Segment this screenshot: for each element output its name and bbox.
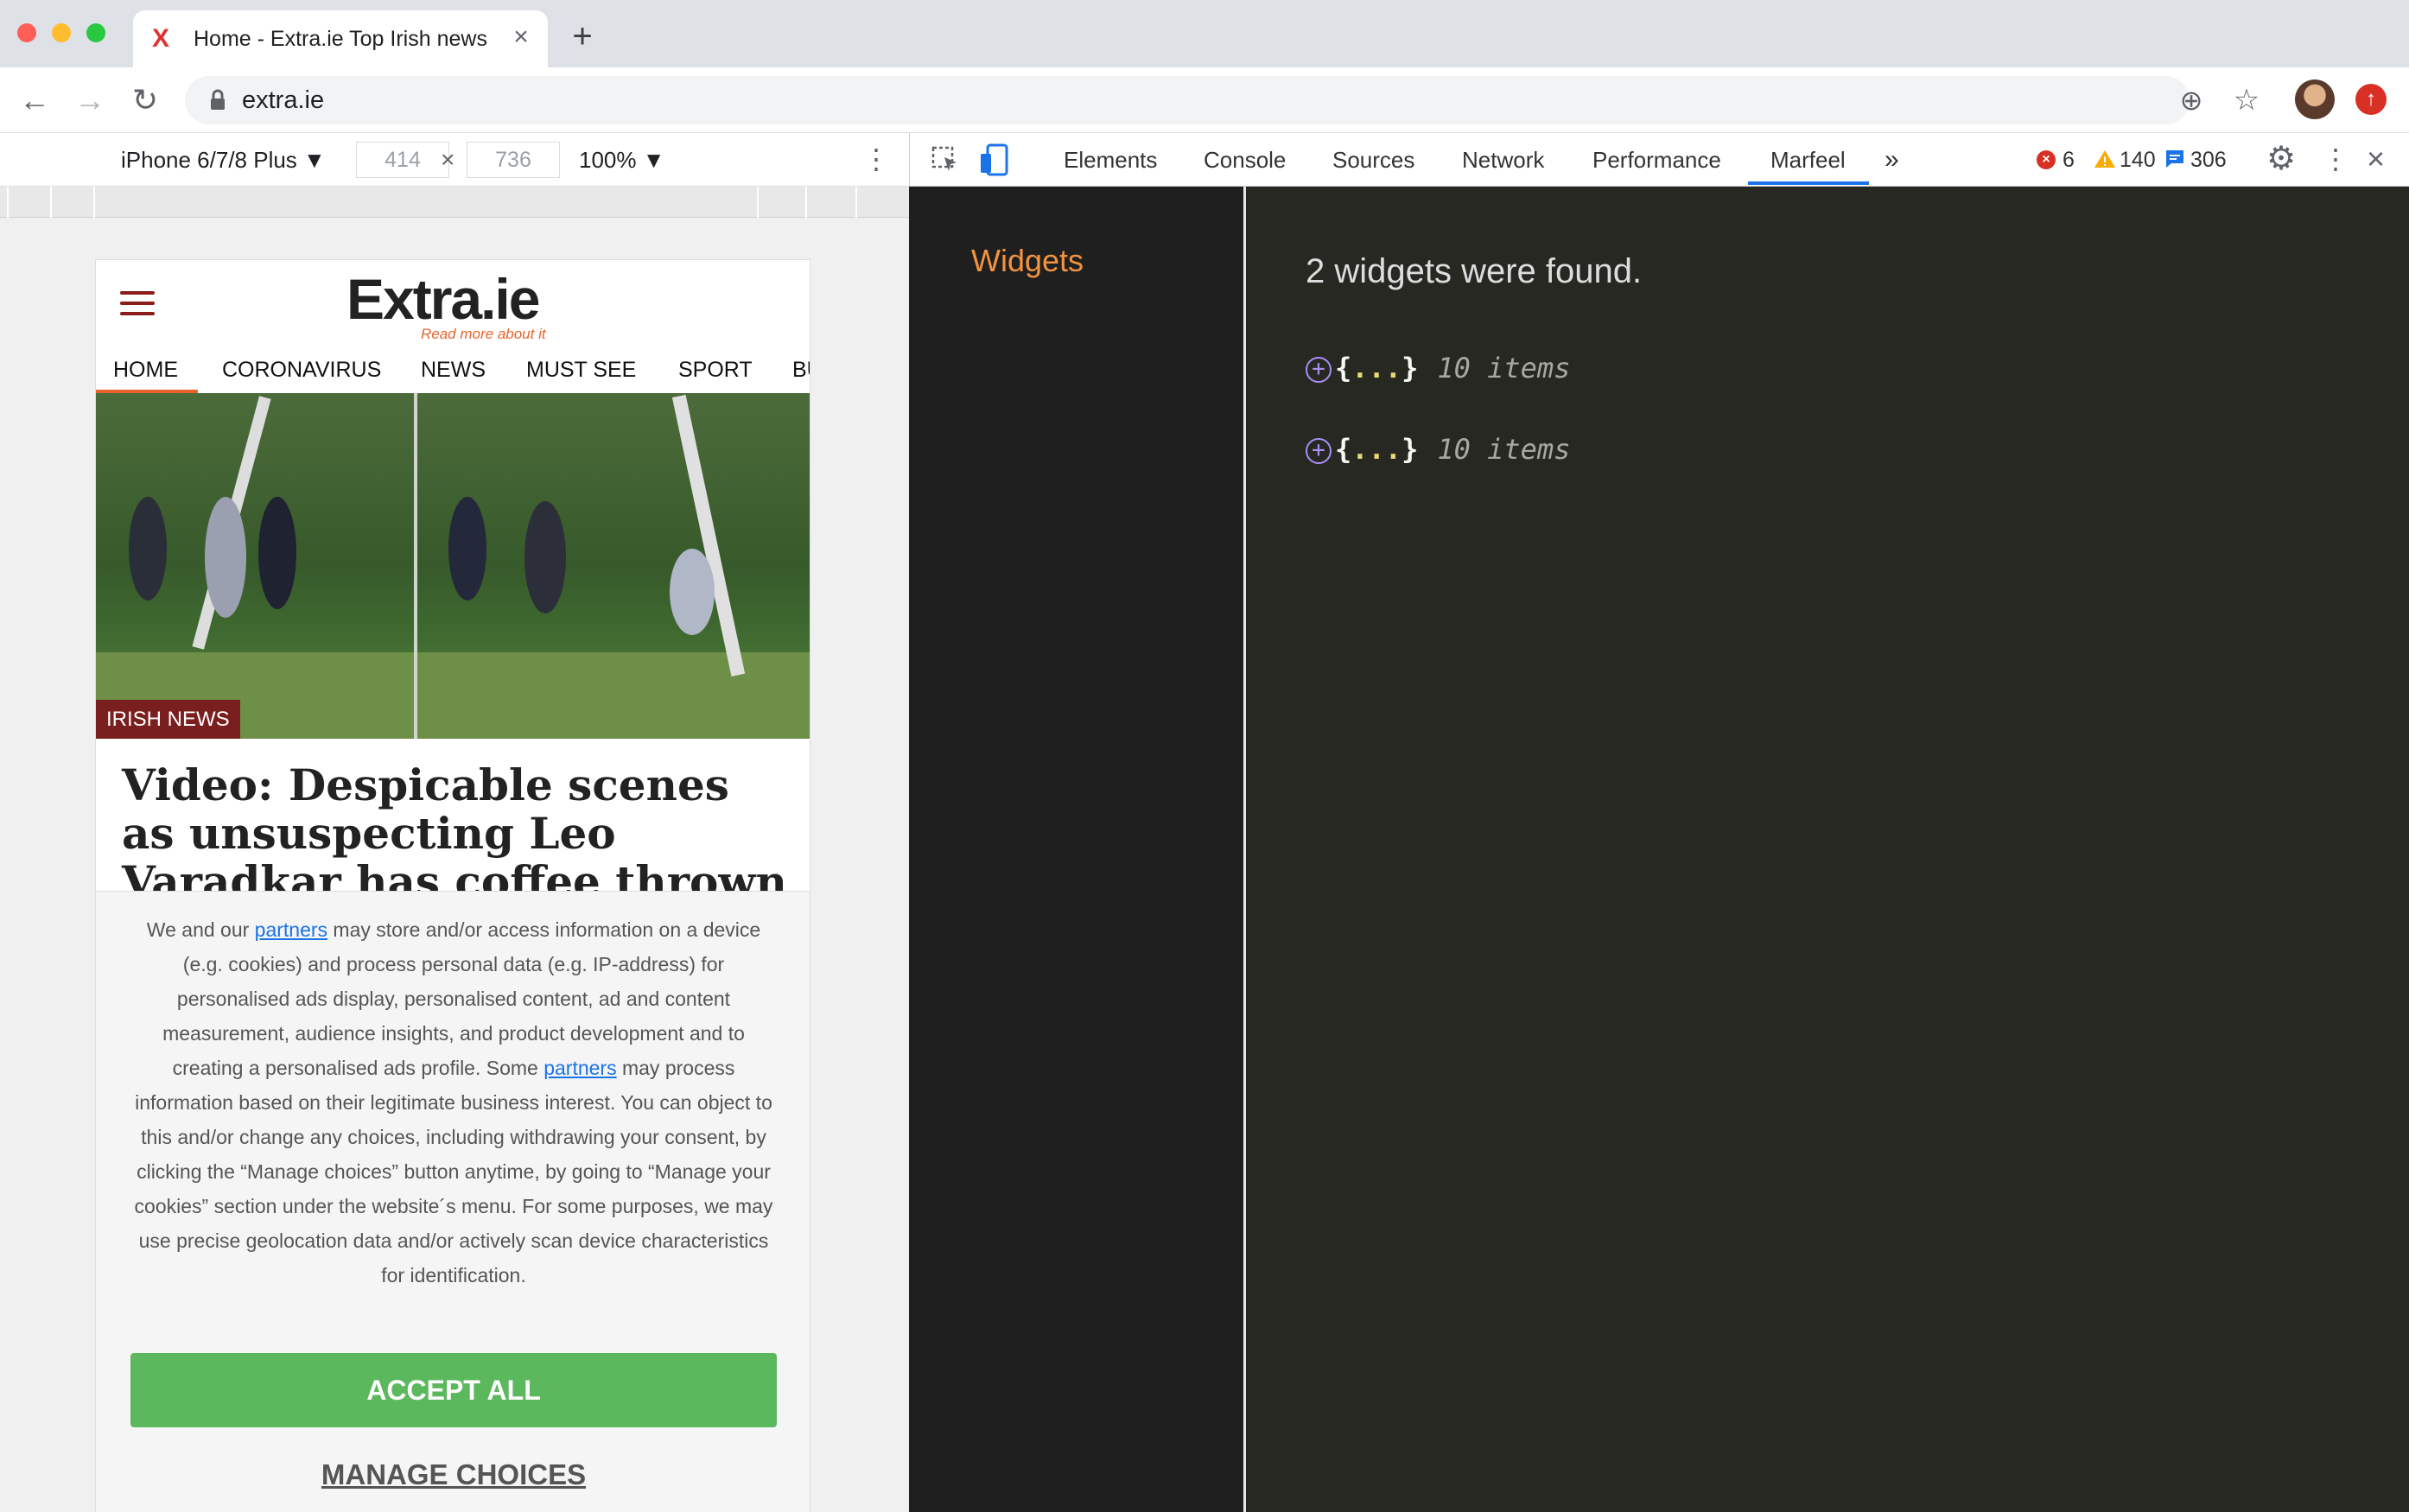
browser-toolbar: ← → ↻ extra.ie ⊕ ☆ ↑ [0, 67, 2409, 133]
more-options-icon[interactable]: ⋮ [862, 143, 890, 175]
ruler-tick [757, 187, 759, 218]
browser-tab[interactable]: X Home - Extra.ie Top Irish news × [133, 10, 548, 67]
close-tab-icon[interactable]: × [506, 22, 536, 52]
message-count[interactable]: 306 [2190, 145, 2227, 175]
expand-plus-icon[interactable]: + [1306, 438, 1332, 464]
new-tab-icon[interactable]: + [565, 19, 600, 54]
partners-link[interactable]: partners [543, 1057, 616, 1079]
ruler-tick [93, 187, 95, 218]
device-select[interactable]: iPhone 6/7/8 Plus ▼ [121, 145, 326, 175]
tab-performance[interactable]: Performance [1592, 145, 1721, 175]
tab-sources[interactable]: Sources [1332, 145, 1414, 175]
close-devtools-icon[interactable]: × [2367, 142, 2385, 176]
dimension-separator: × [441, 146, 455, 173]
marfeel-sidebar: Widgets [909, 187, 1246, 1512]
more-tabs-icon[interactable]: » [1885, 145, 1899, 175]
height-input[interactable]: 736 [467, 142, 560, 178]
warning-icon [2094, 150, 2115, 168]
extra-favicon-icon: X [152, 24, 170, 53]
maximize-window-button[interactable] [86, 23, 105, 42]
nav-item-sport[interactable]: SPORT [678, 355, 753, 384]
ruler-tick [50, 187, 52, 218]
back-arrow-icon[interactable]: ← [14, 79, 55, 121]
logo-tagline: Read more about it [421, 326, 546, 342]
inspect-element-icon[interactable] [931, 145, 960, 175]
device-toolbar-icon[interactable] [979, 143, 1010, 176]
hero-photo [96, 394, 810, 739]
address-bar[interactable]: extra.ie [185, 76, 2190, 124]
reload-icon[interactable]: ↻ [124, 79, 166, 121]
logo-text: Extra.ie [346, 267, 540, 331]
mobile-page: Extra.ie Read more about it HOME CORONAV… [95, 259, 810, 1512]
hamburger-menu-icon[interactable] [120, 291, 155, 319]
consent-text-part: may store and/or access information on a… [162, 918, 761, 1079]
main-nav: HOME CORONAVIRUS NEWS MUST SEE SPORT BU [96, 350, 810, 395]
item-count: 10 items [1437, 352, 1571, 384]
tab-title: Home - Extra.ie Top Irish news [194, 27, 487, 51]
consent-dialog: We and our partners may store and/or acc… [96, 891, 810, 1512]
devtools-tabbar: Elements Console Sources Network Perform… [909, 133, 2409, 187]
consent-text-part: We and our [146, 918, 255, 941]
ruler-tick [855, 187, 857, 218]
image-divider [414, 393, 417, 739]
minimize-window-button[interactable] [52, 23, 71, 42]
bookmark-star-icon[interactable]: ☆ [2226, 79, 2267, 121]
zoom-select[interactable]: 100% ▼ [579, 145, 664, 175]
extra-logo[interactable]: Extra.ie Read more about it [346, 269, 588, 346]
nav-item-news[interactable]: NEWS [421, 355, 486, 384]
warning-count[interactable]: 140 [2120, 145, 2156, 175]
nav-item-coronavirus[interactable]: CORONAVIRUS [222, 355, 381, 384]
widgets-found-text: 2 widgets were found. [1306, 252, 1643, 290]
url-text[interactable]: extra.ie [242, 86, 324, 114]
category-badge[interactable]: IRISH NEWS [96, 700, 240, 739]
tab-elements[interactable]: Elements [1064, 145, 1157, 175]
nav-item-business[interactable]: BU [792, 355, 810, 384]
ruler-tick [7, 187, 9, 218]
tab-console[interactable]: Console [1204, 145, 1286, 175]
nav-item-home[interactable]: HOME [113, 355, 178, 384]
consent-text-part: may process information based on their l… [134, 1057, 773, 1286]
marfeel-main-panel: 2 widgets were found. + {...} 10 items + {.… [1249, 187, 2409, 1512]
consent-text: We and our partners may store and/or acc… [130, 912, 777, 1293]
expand-plus-icon[interactable]: + [1306, 357, 1332, 383]
object-dots: ... [1351, 352, 1402, 384]
tab-marfeel[interactable]: Marfeel [1770, 145, 1846, 175]
error-icon: × [2037, 150, 2056, 169]
avatar[interactable] [2295, 79, 2335, 119]
sidebar-item-widgets[interactable]: Widgets [971, 242, 1084, 280]
brace-close: } [1402, 352, 1419, 384]
widget-object-row[interactable]: + {...} 10 items [1306, 351, 1570, 385]
forward-arrow-icon[interactable]: → [69, 79, 111, 121]
message-icon [2166, 150, 2183, 168]
brace-open: { [1335, 433, 1352, 466]
widget-object-row[interactable]: + {...} 10 items [1306, 432, 1570, 467]
item-count: 10 items [1437, 433, 1571, 466]
add-to-page-icon[interactable]: ⊕ [2171, 79, 2212, 121]
devtools-panel: Elements Console Sources Network Perform… [909, 133, 2409, 1512]
lock-icon [211, 89, 225, 110]
active-tab-indicator [1748, 181, 1869, 185]
update-icon[interactable]: ↑ [2355, 84, 2387, 115]
nav-item-must-see[interactable]: MUST SEE [526, 355, 636, 384]
media-query-ruler[interactable] [0, 187, 909, 218]
tab-strip: X Home - Extra.ie Top Irish news × + [0, 0, 2409, 67]
close-window-button[interactable] [17, 23, 36, 42]
brace-close: } [1402, 433, 1419, 466]
width-input[interactable]: 414 [356, 142, 449, 178]
error-count[interactable]: 6 [2063, 145, 2075, 175]
manage-choices-link[interactable]: MANAGE CHOICES [130, 1458, 777, 1491]
object-dots: ... [1351, 433, 1402, 466]
hero-image[interactable]: IRISH NEWS [96, 393, 810, 739]
tab-network[interactable]: Network [1462, 145, 1544, 175]
ruler-tick [805, 187, 807, 218]
customize-menu-icon[interactable]: ⋮ [2322, 143, 2349, 175]
partners-link[interactable]: partners [255, 918, 327, 941]
brace-open: { [1335, 352, 1352, 384]
accept-all-button[interactable]: ACCEPT ALL [130, 1353, 777, 1427]
device-toolbar: iPhone 6/7/8 Plus ▼ 414 × 736 100% ▼ ⋮ [0, 133, 909, 187]
settings-gear-icon[interactable]: ⚙ [2266, 142, 2296, 176]
